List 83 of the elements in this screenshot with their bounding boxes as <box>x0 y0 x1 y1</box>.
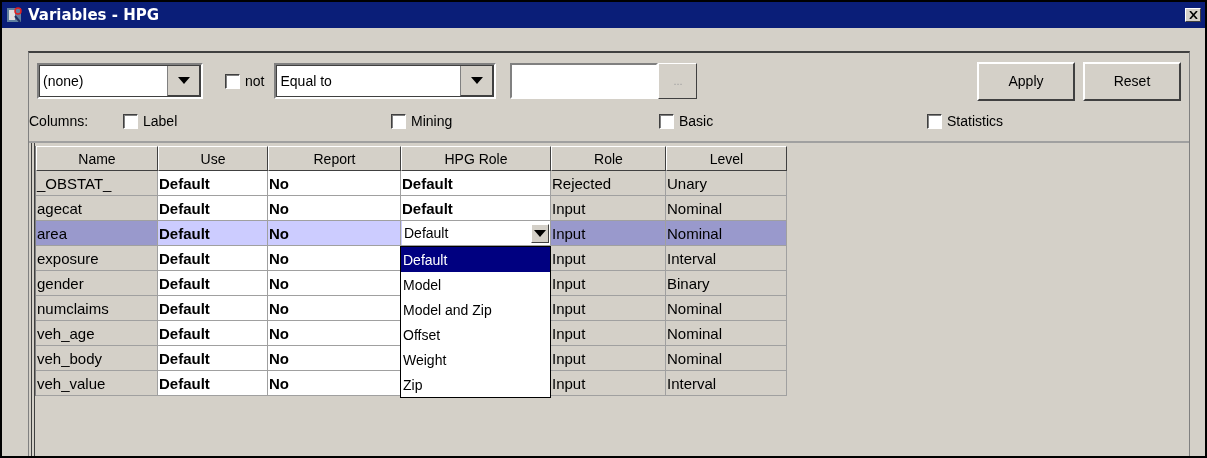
table-cell: No <box>268 246 401 271</box>
dropdown-option[interactable]: Model <box>401 272 550 297</box>
table-cell: No <box>268 321 401 346</box>
table-cell: Default <box>158 171 268 196</box>
table-cell[interactable]: _OBSTAT_ <box>36 171 158 196</box>
table-cell: No <box>268 271 401 296</box>
action-button[interactable]: Apply <box>977 61 1075 101</box>
table-cell: No <box>268 296 401 321</box>
columns-label: Columns: <box>29 113 90 129</box>
table-cell: Input <box>551 196 666 221</box>
column-header[interactable]: Report <box>268 146 401 171</box>
table-cell[interactable]: gender <box>36 271 158 296</box>
table-cell: No <box>268 196 401 221</box>
table-cell: Interval <box>666 246 787 271</box>
column-checkbox[interactable] <box>391 113 406 129</box>
table-cell: Binary <box>666 271 787 296</box>
column-checkbox[interactable] <box>927 113 942 129</box>
value-input-field[interactable] <box>510 63 659 99</box>
table-cell[interactable]: agecat <box>36 196 158 221</box>
column-checkbox[interactable] <box>659 113 674 129</box>
dropdown-option[interactable]: Zip <box>401 372 550 397</box>
table-cell: Input <box>551 296 666 321</box>
checkbox-label: Statistics <box>947 113 1003 129</box>
table-cell: Default <box>158 371 268 396</box>
close-button[interactable] <box>1185 8 1201 22</box>
table-cell[interactable]: veh_value <box>36 371 158 396</box>
table-cell[interactable]: numclaims <box>36 296 158 321</box>
table-cell: Default <box>401 196 551 221</box>
dropdown-arrow-icon <box>470 76 483 84</box>
table-cell: Default <box>158 321 268 346</box>
action-button[interactable]: Reset <box>1083 61 1181 101</box>
operator-dropdown[interactable]: Equal to <box>274 63 497 99</box>
role-dropdown[interactable]: Default <box>402 221 550 245</box>
app-icon <box>6 6 24 24</box>
table-cell: Interval <box>666 371 787 396</box>
checkbox-label: Basic <box>679 113 714 129</box>
table-cell[interactable]: exposure <box>36 246 158 271</box>
dropdown-arrow-icon <box>177 76 190 84</box>
not-checkbox[interactable] <box>225 73 240 89</box>
table-cell: Default <box>158 221 268 246</box>
table-cell[interactable]: veh_body <box>36 346 158 371</box>
checkbox-label: not <box>245 73 265 89</box>
table-cell: Default <box>401 171 551 196</box>
variable-dropdown[interactable]: (none) <box>37 63 203 99</box>
table-cell: Input <box>551 271 666 296</box>
column-header[interactable]: Name <box>36 146 158 171</box>
checkbox-label: Mining <box>411 113 453 129</box>
table-cell: Default <box>158 346 268 371</box>
column-header[interactable]: Use <box>158 146 268 171</box>
dropdown-option[interactable]: Offset <box>401 322 550 347</box>
table-cell: Input <box>551 371 666 396</box>
table-cell: Nominal <box>666 196 787 221</box>
table-cell: No <box>268 346 401 371</box>
table-cell: Default <box>158 271 268 296</box>
table-cell: Nominal <box>666 221 787 246</box>
table-cell: Input <box>551 321 666 346</box>
table-cell: Default <box>158 296 268 321</box>
table-cell: No <box>268 371 401 396</box>
table-cell: Nominal <box>666 321 787 346</box>
table-cell: No <box>268 221 401 246</box>
table-cell: Nominal <box>666 346 787 371</box>
window-title: Variables - HPG <box>28 6 160 24</box>
dropdown-option[interactable]: Model and Zip <box>401 297 550 322</box>
dropdown-arrow-icon <box>534 229 546 237</box>
table-cell: Rejected <box>551 171 666 196</box>
column-header[interactable]: Role <box>551 146 666 171</box>
column-header[interactable]: HPG Role <box>401 146 551 171</box>
table-cell[interactable]: area <box>36 221 158 246</box>
column-header[interactable]: Level <box>666 146 787 171</box>
table-cell: No <box>268 171 401 196</box>
table-cell: Default <box>158 246 268 271</box>
table-cell: Input <box>551 246 666 271</box>
checkbox-label: Label <box>143 113 178 129</box>
table-cell: Unary <box>666 171 787 196</box>
dropdown-option[interactable]: Weight <box>401 347 550 372</box>
table-cell: Input <box>551 346 666 371</box>
table-cell: Nominal <box>666 296 787 321</box>
table-cell: Input <box>551 221 666 246</box>
dropdown-option[interactable]: Default <box>401 247 550 272</box>
close-icon <box>1188 11 1198 19</box>
table-cell[interactable]: veh_age <box>36 321 158 346</box>
table-cell: Default <box>158 196 268 221</box>
column-checkbox[interactable] <box>123 113 138 129</box>
